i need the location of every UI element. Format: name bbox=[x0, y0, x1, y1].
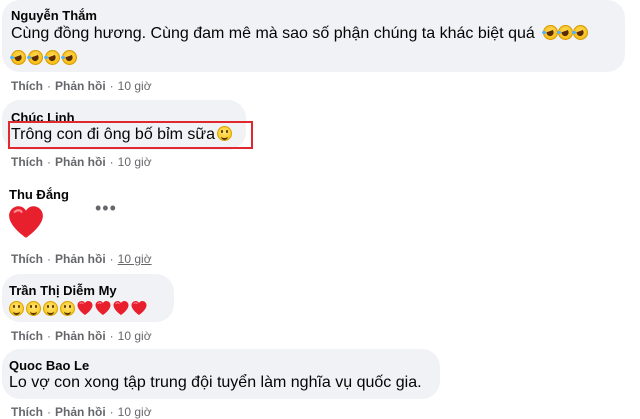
grinning-emoji-icon bbox=[43, 300, 58, 316]
laughing-emoji-icon bbox=[61, 50, 77, 65]
comment-actions: Thích · Phản hồi · 10 giờ bbox=[11, 405, 152, 419]
separator: · bbox=[47, 405, 51, 419]
comment-actions: Thích · Phản hồi · 10 giờ bbox=[11, 329, 152, 343]
highlight-box bbox=[8, 121, 253, 149]
like-link[interactable]: Thích bbox=[11, 252, 43, 266]
laughing-emoji-icon bbox=[44, 50, 60, 65]
separator: · bbox=[47, 252, 51, 266]
timestamp-link[interactable]: 10 giờ bbox=[118, 252, 152, 266]
timestamp-link[interactable]: 10 giờ bbox=[118, 329, 152, 343]
comment-text: Cùng đồng hương. Cùng đam mê mà sao số p… bbox=[11, 25, 589, 43]
separator: · bbox=[109, 79, 114, 93]
like-link[interactable]: Thích bbox=[11, 155, 43, 169]
timestamp-link[interactable]: 10 giờ bbox=[118, 79, 152, 93]
red-heart-icon bbox=[77, 300, 93, 316]
reply-link[interactable]: Phản hồi bbox=[55, 155, 106, 169]
comment-author[interactable]: Thu Đắng bbox=[9, 187, 69, 202]
grinning-emoji-icon bbox=[9, 300, 24, 316]
red-heart-icon bbox=[95, 300, 111, 316]
laughing-emoji-icon bbox=[557, 25, 574, 40]
red-heart-icon bbox=[131, 300, 147, 316]
like-link[interactable]: Thích bbox=[11, 79, 43, 93]
comment-author[interactable]: Trần Thị Diễm My bbox=[9, 283, 117, 298]
comment-actions: Thích · Phản hồi · 10 giờ bbox=[11, 79, 152, 93]
separator: · bbox=[109, 155, 114, 169]
reply-link[interactable]: Phản hồi bbox=[55, 79, 106, 93]
like-link[interactable]: Thích bbox=[11, 329, 43, 343]
separator: · bbox=[109, 405, 114, 419]
laughing-emoji-icon bbox=[10, 50, 26, 65]
laughing-emoji-icon bbox=[542, 25, 559, 40]
emoji-row bbox=[10, 50, 77, 65]
separator: · bbox=[47, 79, 51, 93]
reply-link[interactable]: Phản hồi bbox=[55, 329, 106, 343]
reply-link[interactable]: Phản hồi bbox=[55, 405, 106, 419]
like-link[interactable]: Thích bbox=[11, 405, 43, 419]
reply-link[interactable]: Phản hồi bbox=[55, 252, 106, 266]
comment-actions: Thích · Phản hồi · 10 giờ bbox=[11, 155, 152, 169]
red-heart-icon bbox=[113, 300, 129, 316]
laughing-emoji-icon bbox=[572, 25, 589, 40]
comment-text: Lo vợ con xong tập trung đội tuyển làm n… bbox=[9, 374, 422, 391]
more-options-icon[interactable]: ••• bbox=[95, 199, 117, 217]
timestamp-link[interactable]: 10 giờ bbox=[118, 155, 152, 169]
comment-actions: Thích · Phản hồi · 10 giờ bbox=[11, 252, 152, 266]
comment-text-body: Cùng đồng hương. Cùng đam mê mà sao số p… bbox=[11, 25, 535, 42]
grinning-emoji-icon bbox=[60, 300, 75, 316]
laughing-emoji-icon bbox=[27, 50, 43, 65]
separator: · bbox=[109, 252, 114, 266]
red-heart-icon bbox=[8, 205, 44, 239]
separator: · bbox=[47, 329, 51, 343]
separator: · bbox=[109, 329, 114, 343]
emoji-row bbox=[9, 300, 147, 316]
separator: · bbox=[47, 155, 51, 169]
comment-author[interactable]: Nguyễn Thắm bbox=[11, 8, 97, 23]
comment-author[interactable]: Quoc Bao Le bbox=[9, 358, 89, 373]
grinning-emoji-icon bbox=[26, 300, 41, 316]
timestamp-link[interactable]: 10 giờ bbox=[118, 405, 152, 419]
